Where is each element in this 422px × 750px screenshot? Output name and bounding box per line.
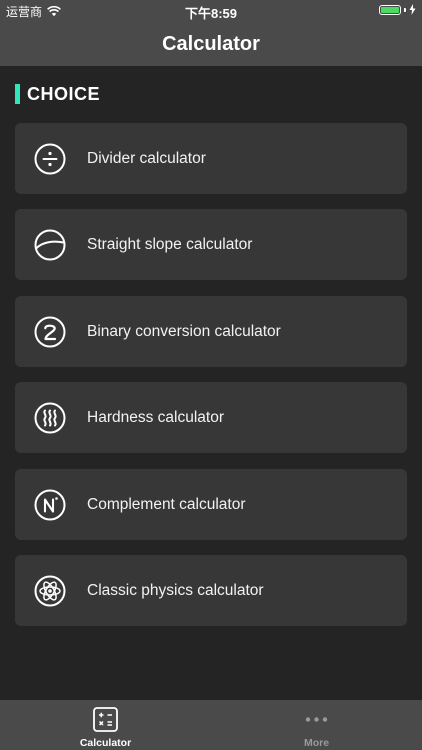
tab-label: More [303, 737, 330, 749]
tab-label: Calculator [79, 737, 132, 749]
complement-n-icon [34, 489, 66, 521]
divider-calculator-item[interactable]: Divider calculator [15, 123, 407, 194]
status-right [379, 4, 416, 15]
binary-2-icon [34, 316, 66, 348]
charging-bolt-icon [409, 4, 416, 15]
item-label: Binary conversion calculator [87, 322, 281, 340]
section-accent-bar [15, 84, 20, 104]
navigation-bar: Calculator [0, 22, 422, 66]
hardness-calculator-item[interactable]: Hardness calculator [15, 382, 407, 453]
tab-bar: Calculator More [0, 700, 422, 750]
classic-physics-calculator-item[interactable]: Classic physics calculator [15, 555, 407, 626]
hardness-waves-icon [34, 402, 66, 434]
calculator-icon [93, 707, 118, 732]
atom-icon [34, 575, 66, 607]
battery-cap [404, 7, 406, 12]
page-title: Calculator [162, 32, 260, 55]
item-label: Hardness calculator [87, 408, 224, 426]
complement-calculator-item[interactable]: Complement calculator [15, 469, 407, 540]
section-title: CHOICE [27, 83, 101, 104]
status-bar: 运营商 下午8:59 [0, 0, 422, 22]
battery-icon [379, 4, 401, 15]
straight-slope-calculator-item[interactable]: Straight slope calculator [15, 209, 407, 280]
item-label: Straight slope calculator [87, 235, 253, 253]
section-header: CHOICE [15, 84, 100, 104]
more-dots-icon [305, 717, 328, 722]
item-label: Classic physics calculator [87, 581, 264, 599]
slope-icon [34, 229, 66, 261]
item-label: Divider calculator [87, 149, 206, 167]
tab-more[interactable]: More [211, 700, 422, 750]
divide-icon [34, 143, 66, 175]
status-time: 下午8:59 [184, 6, 238, 21]
tab-calculator[interactable]: Calculator [0, 700, 211, 750]
item-label: Complement calculator [87, 495, 246, 513]
binary-conversion-calculator-item[interactable]: Binary conversion calculator [15, 296, 407, 367]
